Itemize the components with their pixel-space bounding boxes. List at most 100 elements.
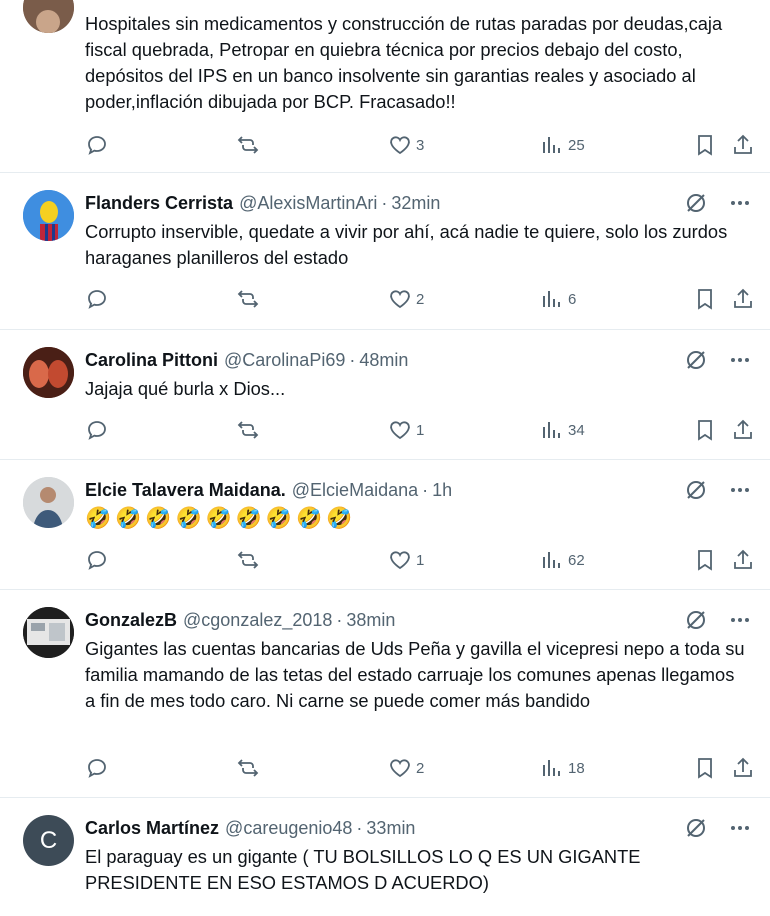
heart-icon: [390, 421, 410, 440]
view-count: 25: [568, 136, 585, 154]
timestamp[interactable]: 38min: [346, 610, 395, 631]
avatar[interactable]: [23, 347, 74, 398]
author-handle[interactable]: @careugenio48: [225, 818, 352, 839]
heart-icon: [390, 551, 410, 570]
reply-text: El paraguay es un gigante ( TU BOLSILLOS…: [85, 846, 641, 893]
grok-icon[interactable]: [684, 608, 708, 632]
retweet-button[interactable]: [236, 756, 260, 780]
author-handle[interactable]: @CarolinaPi69: [224, 350, 345, 371]
more-icon[interactable]: [728, 478, 752, 502]
more-icon[interactable]: [728, 348, 752, 372]
author-name[interactable]: Elcie Talavera Maidana.: [85, 480, 286, 501]
author-name[interactable]: Carolina Pittoni: [85, 350, 218, 371]
share-icon: [734, 757, 752, 777]
action-bar: 1 34: [85, 416, 760, 444]
reply-item[interactable]: GonzalezB @cgonzalez_2018 · 38min Gigant…: [0, 590, 770, 798]
avatar[interactable]: [23, 477, 74, 528]
like-button[interactable]: 2: [388, 756, 424, 780]
grok-icon[interactable]: [684, 348, 708, 372]
avatar[interactable]: [23, 0, 74, 33]
reply-item[interactable]: Flanders Cerrista @AlexisMartinAri · 32m…: [0, 173, 770, 330]
avatar[interactable]: [23, 607, 74, 658]
like-button[interactable]: 1: [388, 548, 424, 572]
reply-icon: [88, 290, 106, 309]
reply-text: Corrupto inservible, quedate a vivir por…: [85, 221, 728, 268]
timestamp[interactable]: 32min: [391, 193, 440, 214]
bookmark-button[interactable]: [693, 548, 717, 572]
separator: ·: [356, 817, 363, 838]
author-handle[interactable]: @AlexisMartinAri: [239, 193, 377, 214]
grok-icon[interactable]: [684, 478, 708, 502]
grok-icon[interactable]: [684, 191, 708, 215]
bookmark-button[interactable]: [693, 287, 717, 311]
retweet-icon: [237, 759, 259, 777]
reply-button[interactable]: [85, 418, 109, 442]
author-handle[interactable]: @cgonzalez_2018: [183, 610, 332, 631]
retweet-icon: [237, 551, 259, 569]
reply-text: 🤣🤣🤣🤣🤣🤣🤣🤣🤣: [85, 507, 357, 530]
action-bar: 2 18: [85, 754, 760, 782]
like-count: 1: [416, 551, 425, 569]
share-button[interactable]: [731, 756, 755, 780]
author-name[interactable]: GonzalezB: [85, 610, 177, 631]
views-icon: [543, 137, 560, 153]
share-button[interactable]: [731, 133, 755, 157]
retweet-button[interactable]: [236, 287, 260, 311]
bookmark-icon: [698, 135, 712, 156]
reply-button[interactable]: [85, 756, 109, 780]
retweet-button[interactable]: [236, 418, 260, 442]
retweet-icon: [237, 290, 259, 308]
more-icon[interactable]: [728, 816, 752, 840]
separator: ·: [336, 609, 343, 630]
views-button[interactable]: 34: [540, 418, 585, 442]
reply-item[interactable]: C Carlos Martínez @careugenio48 · 33min …: [0, 798, 770, 916]
retweet-button[interactable]: [236, 548, 260, 572]
separator: ·: [381, 192, 388, 213]
reply-button[interactable]: [85, 133, 109, 157]
timestamp[interactable]: 33min: [366, 818, 415, 839]
heart-icon: [390, 136, 410, 155]
timestamp[interactable]: 1h: [432, 480, 452, 501]
bookmark-icon: [698, 758, 712, 779]
like-count: 2: [416, 759, 425, 777]
reply-icon: [88, 759, 106, 778]
views-button[interactable]: 25: [540, 133, 585, 157]
reply-text: Gigantes las cuentas bancarias de Uds Pe…: [85, 638, 745, 711]
view-count: 62: [568, 551, 585, 569]
timestamp[interactable]: 48min: [359, 350, 408, 371]
avatar[interactable]: C: [23, 815, 74, 866]
retweet-button[interactable]: [236, 133, 260, 157]
share-button[interactable]: [731, 548, 755, 572]
bookmark-icon: [698, 420, 712, 441]
author-name[interactable]: Carlos Martínez: [85, 818, 219, 839]
views-icon: [543, 760, 560, 776]
like-button[interactable]: 3: [388, 133, 424, 157]
bookmark-button[interactable]: [693, 756, 717, 780]
share-button[interactable]: [731, 287, 755, 311]
bookmark-button[interactable]: [693, 418, 717, 442]
reply-button[interactable]: [85, 287, 109, 311]
grok-icon[interactable]: [684, 816, 708, 840]
like-button[interactable]: 1: [388, 418, 424, 442]
heart-icon: [390, 290, 410, 309]
reply-button[interactable]: [85, 548, 109, 572]
author-name[interactable]: Flanders Cerrista: [85, 193, 233, 214]
share-button[interactable]: [731, 418, 755, 442]
views-icon: [543, 552, 560, 568]
views-button[interactable]: 62: [540, 548, 585, 572]
reply-item[interactable]: Hospitales sin medicamentos y construcci…: [0, 0, 770, 173]
reply-item[interactable]: Carolina Pittoni @CarolinaPi69 · 48min J…: [0, 330, 770, 460]
avatar[interactable]: [23, 190, 74, 241]
reply-item[interactable]: Elcie Talavera Maidana. @ElcieMaidana · …: [0, 460, 770, 590]
like-button[interactable]: 2: [388, 287, 424, 311]
view-count: 18: [568, 759, 585, 777]
views-icon: [543, 422, 560, 438]
bookmark-button[interactable]: [693, 133, 717, 157]
share-icon: [734, 549, 752, 569]
share-icon: [734, 288, 752, 308]
views-button[interactable]: 6: [540, 287, 576, 311]
more-icon[interactable]: [728, 608, 752, 632]
author-handle[interactable]: @ElcieMaidana: [292, 480, 418, 501]
views-button[interactable]: 18: [540, 756, 585, 780]
more-icon[interactable]: [728, 191, 752, 215]
